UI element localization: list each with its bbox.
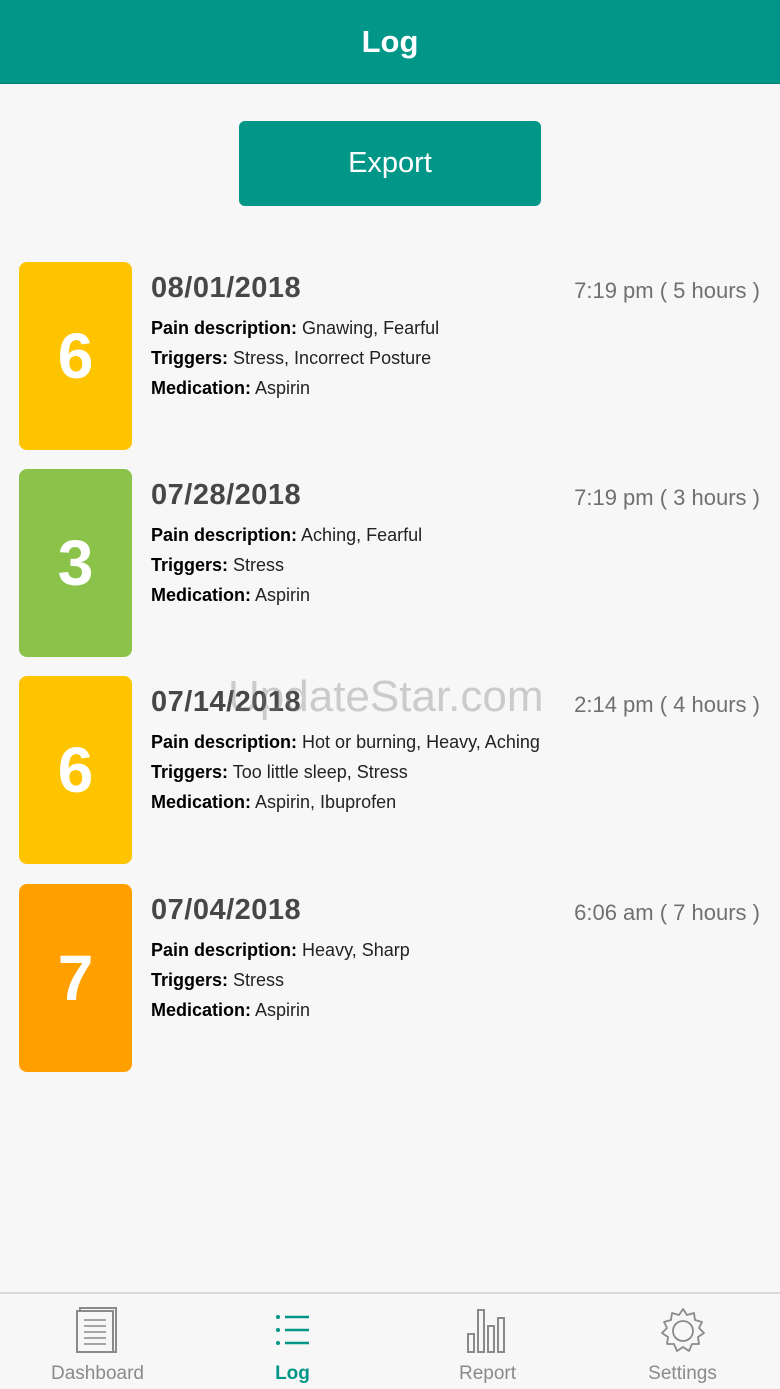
pain-description-label: Pain description: <box>151 525 298 545</box>
bar-chart-icon <box>466 1309 505 1353</box>
nav-label: Settings <box>648 1363 717 1384</box>
nav-label: Dashboard <box>51 1363 144 1384</box>
nav-item-settings[interactable]: Settings <box>585 1294 780 1389</box>
list-icon <box>275 1315 309 1345</box>
medication-value: Aspirin <box>255 1000 311 1020</box>
medication: Medication: Aspirin, Ibuprofen <box>151 792 396 813</box>
medication: Medication: Aspirin <box>151 585 310 606</box>
nav-label: Report <box>458 1363 517 1384</box>
triggers-value: Stress, Incorrect Posture <box>233 348 432 368</box>
medication: Medication: Aspirin <box>151 378 310 399</box>
triggers: Triggers: Too little sleep, Stress <box>151 762 408 783</box>
triggers: Triggers: Stress <box>151 555 284 576</box>
entry-time: 6:06 am ( 7 hours ) <box>574 900 760 925</box>
pain-description: Pain description: Hot or burning, Heavy,… <box>151 732 540 753</box>
log-entry[interactable]: 6 08/01/2018 7:19 pm ( 5 hours ) Pain de… <box>0 262 780 452</box>
log-entry[interactable]: 6 07/14/2018 2:14 pm ( 4 hours ) Pain de… <box>0 676 780 866</box>
app-header: Log <box>0 0 780 84</box>
pain-score-badge: 6 <box>19 676 132 864</box>
medication-value: Aspirin, Ibuprofen <box>255 792 397 812</box>
triggers: Triggers: Stress, Incorrect Posture <box>151 348 431 369</box>
pain-score-badge: 7 <box>19 884 132 1072</box>
nav-label: Log <box>275 1363 310 1384</box>
entry-time: 2:14 pm ( 4 hours ) <box>574 692 760 717</box>
entry-date: 07/14/2018 <box>151 686 302 718</box>
triggers-label: Triggers: <box>151 555 229 575</box>
pain-description: Pain description: Aching, Fearful <box>151 525 422 546</box>
medication-label: Medication: <box>151 792 252 812</box>
nav-item-dashboard[interactable]: Dashboard <box>0 1294 195 1389</box>
medication: Medication: Aspirin <box>151 1000 310 1021</box>
pain-score-badge: 6 <box>19 262 132 450</box>
triggers-value: Stress <box>233 970 285 990</box>
pain-description-label: Pain description: <box>151 732 298 752</box>
pain-description-value: Aching, Fearful <box>301 525 423 545</box>
entry-date: 08/01/2018 <box>151 272 302 304</box>
pain-description-label: Pain description: <box>151 940 298 960</box>
medication-value: Aspirin <box>255 585 311 605</box>
entry-date: 07/28/2018 <box>151 479 302 511</box>
export-button[interactable]: Export <box>239 121 541 206</box>
nav-item-report[interactable]: Report <box>390 1294 585 1389</box>
triggers-value: Stress <box>233 555 285 575</box>
pain-description-value: Heavy, Sharp <box>302 940 410 960</box>
pain-description-value: Hot or burning, Heavy, Aching <box>302 732 540 752</box>
page-title: Log <box>361 23 419 59</box>
medication-label: Medication: <box>151 1000 252 1020</box>
log-entry[interactable]: 7 07/04/2018 6:06 am ( 7 hours ) Pain de… <box>0 884 780 1074</box>
bottom-navigation: Dashboard Log Report Settings <box>0 1292 780 1389</box>
medication-value: Aspirin <box>255 378 311 398</box>
pain-description-label: Pain description: <box>151 318 298 338</box>
pain-description: Pain description: Heavy, Sharp <box>151 940 410 961</box>
triggers-value: Too little sleep, Stress <box>232 762 408 782</box>
gear-icon <box>660 1308 705 1352</box>
medication-label: Medication: <box>151 378 252 398</box>
entry-time: 7:19 pm ( 3 hours ) <box>574 485 760 510</box>
triggers: Triggers: Stress <box>151 970 284 991</box>
nav-item-log[interactable]: Log <box>195 1294 390 1389</box>
triggers-label: Triggers: <box>151 348 229 368</box>
triggers-label: Triggers: <box>151 762 229 782</box>
entry-date: 07/04/2018 <box>151 894 302 926</box>
medication-label: Medication: <box>151 585 252 605</box>
log-entry[interactable]: 3 07/28/2018 7:19 pm ( 3 hours ) Pain de… <box>0 469 780 659</box>
pain-description-value: Gnawing, Fearful <box>302 318 440 338</box>
pain-description: Pain description: Gnawing, Fearful <box>151 318 439 339</box>
dashboard-icon <box>75 1307 117 1353</box>
entry-time: 7:19 pm ( 5 hours ) <box>574 278 760 303</box>
pain-score-badge: 3 <box>19 469 132 657</box>
triggers-label: Triggers: <box>151 970 229 990</box>
